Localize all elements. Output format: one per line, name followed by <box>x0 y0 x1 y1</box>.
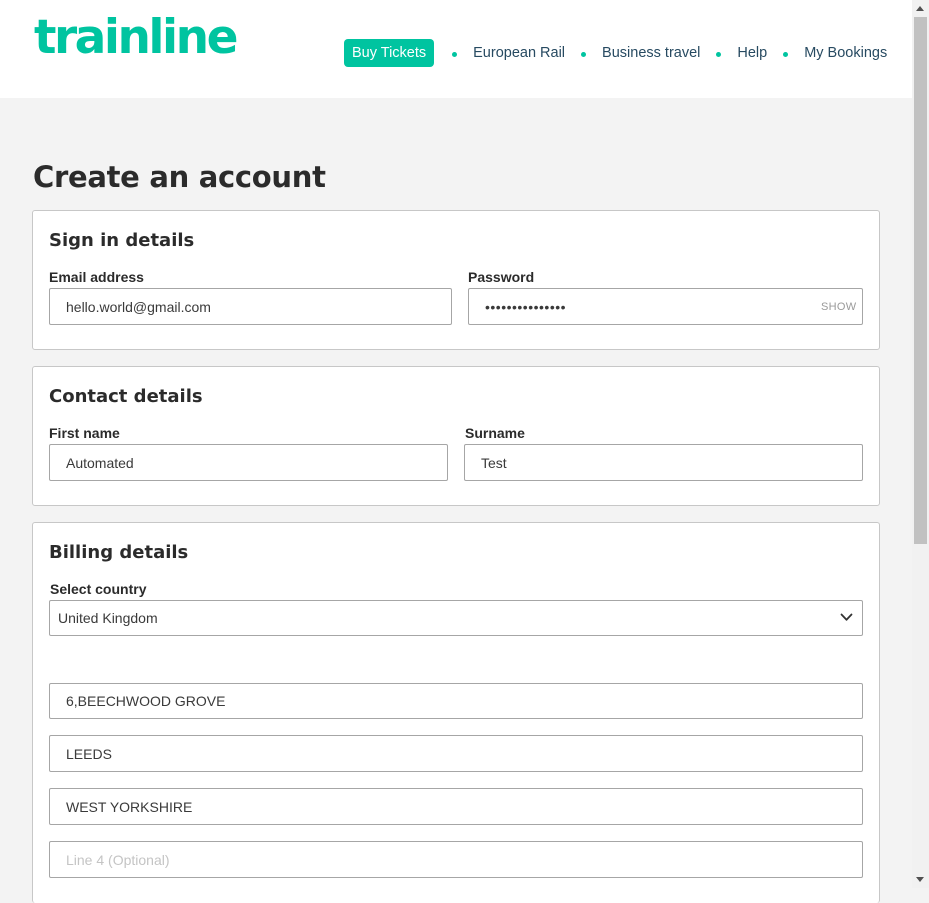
first-name-label: First name <box>49 425 120 441</box>
first-name-field[interactable] <box>49 444 448 481</box>
nav-separator-dot <box>581 52 587 57</box>
surname-label: Surname <box>465 425 525 441</box>
nav-link-my-bookings[interactable]: My Bookings <box>804 45 887 61</box>
main-nav: Buy Tickets European Rail Business trave… <box>344 39 887 67</box>
nav-separator-dot <box>716 52 722 57</box>
country-select-value: United Kingdom <box>58 610 158 626</box>
contact-details-card: Contact details First name Surname <box>32 366 880 506</box>
address-line-4-field[interactable] <box>49 841 863 878</box>
scroll-up-arrow-icon[interactable] <box>916 6 924 11</box>
password-field[interactable] <box>468 288 863 325</box>
sign-in-heading: Sign in details <box>49 230 195 251</box>
billing-details-card: Billing details Select country United Ki… <box>32 522 880 903</box>
vertical-scrollbar[interactable] <box>912 0 929 888</box>
page-title: Create an account <box>33 160 326 194</box>
chevron-down-icon <box>840 613 853 621</box>
site-header: trainline Buy Tickets European Rail Busi… <box>0 0 912 98</box>
nav-link-european-rail[interactable]: European Rail <box>473 45 565 61</box>
nav-link-business-travel[interactable]: Business travel <box>602 45 700 61</box>
password-label: Password <box>468 269 535 285</box>
nav-separator-dot <box>452 52 458 57</box>
show-password-button[interactable]: SHOW <box>821 301 856 313</box>
contact-heading: Contact details <box>49 386 203 407</box>
buy-tickets-button[interactable]: Buy Tickets <box>344 39 435 67</box>
country-select[interactable]: United Kingdom <box>49 600 863 636</box>
address-line-3-field[interactable] <box>49 788 863 825</box>
email-label: Email address <box>49 269 144 285</box>
surname-field[interactable] <box>464 444 863 481</box>
email-field[interactable] <box>49 288 452 325</box>
sign-in-details-card: Sign in details Email address Password S… <box>32 210 880 350</box>
scrollbar-thumb[interactable] <box>914 17 927 544</box>
trainline-logo[interactable]: trainline <box>34 14 239 61</box>
nav-link-help[interactable]: Help <box>737 45 767 61</box>
country-label: Select country <box>50 581 147 597</box>
scroll-down-arrow-icon[interactable] <box>916 877 924 882</box>
billing-heading: Billing details <box>49 542 189 563</box>
address-line-1-field[interactable] <box>49 683 863 719</box>
nav-separator-dot <box>783 52 789 57</box>
address-line-2-field[interactable] <box>49 735 863 772</box>
